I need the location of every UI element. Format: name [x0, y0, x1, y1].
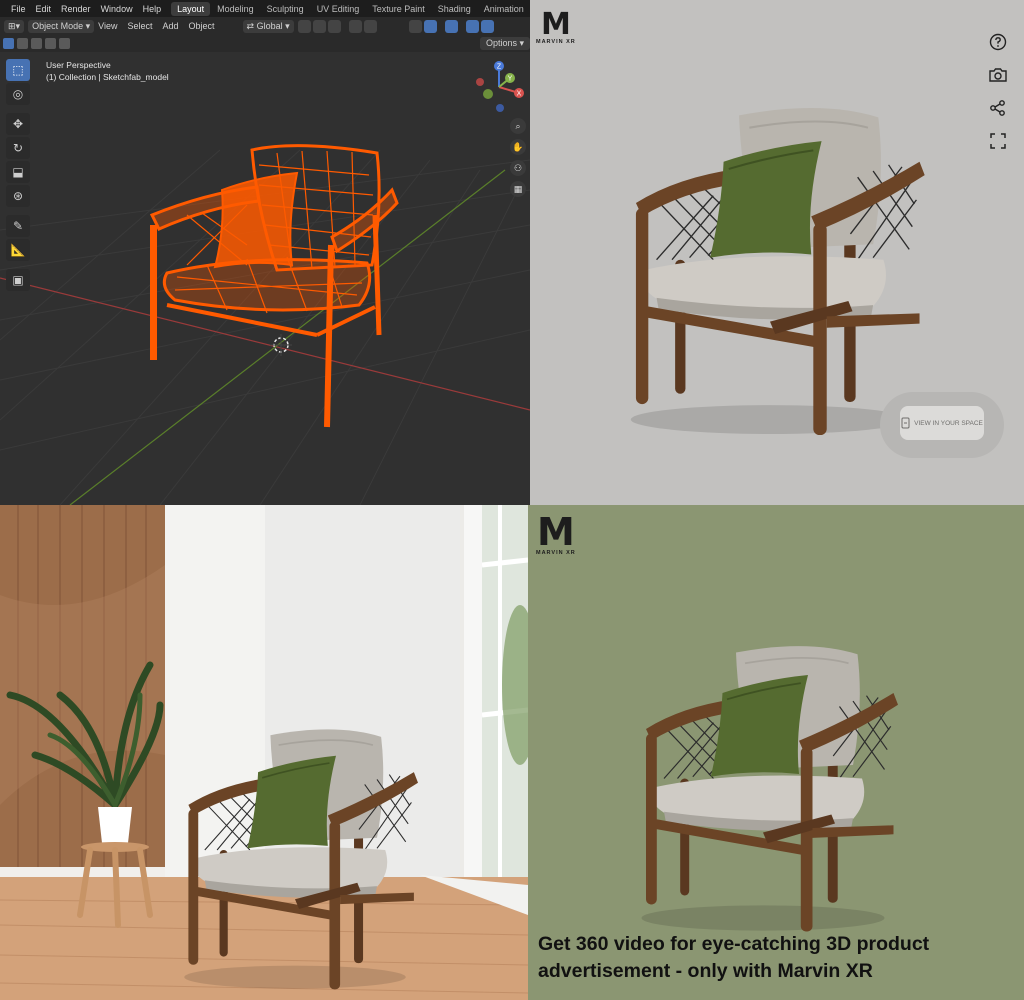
share-icon[interactable] — [986, 96, 1010, 120]
logo-text: MARVIN XR — [536, 39, 576, 45]
rotate-tool-icon[interactable]: ↻ — [6, 137, 30, 159]
viewer-toolbar — [986, 30, 1012, 162]
select-subtract-icon[interactable] — [31, 38, 42, 49]
logo-letter: M — [540, 7, 571, 42]
menu-render[interactable]: Render — [61, 4, 91, 14]
gizmo-neg-x-axis[interactable] — [476, 78, 484, 86]
ad-logo-text: MARVIN XR — [536, 550, 576, 556]
editor-type-icon: ⊞▾ — [8, 20, 21, 31]
cursor-tool-icon[interactable]: ◎ — [6, 83, 30, 105]
header-menu-view[interactable]: View — [98, 21, 117, 31]
select-extend-icon[interactable] — [17, 38, 28, 49]
xray-toggle-icon[interactable] — [465, 19, 479, 33]
header-menu-object[interactable]: Object — [189, 21, 215, 31]
tool-shelf: ⬚ ◎ ✥ ↻ ⬓ ⊛ ✎ 📐 ▣ — [6, 59, 32, 293]
transform-orientation-dropdown[interactable]: ⇄ Global ▾ — [242, 19, 294, 33]
ortho-grid-icon[interactable]: ▦ — [510, 181, 526, 197]
ad-marvin-logo: M MARVIN XR — [536, 513, 576, 556]
add-cube-tool-icon[interactable]: ▣ — [6, 269, 30, 291]
viewport-info: User Perspective (1) Collection | Sketch… — [46, 59, 169, 83]
object-mode-label: Object Mode — [32, 21, 84, 31]
tab-animation[interactable]: Animation — [478, 2, 530, 16]
snap-target-icon[interactable] — [327, 19, 341, 33]
blender-menubar: File Edit Render Window Help Layout Mode… — [0, 0, 530, 17]
menu-file[interactable]: File — [11, 4, 26, 14]
ad-logo-letter: M — [536, 510, 575, 554]
tab-modeling[interactable]: Modeling — [211, 2, 260, 16]
gizmo-z-label: Z — [497, 64, 502, 71]
gizmo-x-label: X — [517, 91, 522, 98]
move-tool-icon[interactable]: ✥ — [6, 113, 30, 135]
tab-layout[interactable]: Layout — [171, 1, 211, 16]
tab-texture-paint[interactable]: Texture Paint — [366, 2, 431, 16]
annotate-tool-icon[interactable]: ✎ — [6, 215, 30, 237]
wireframe-shading-icon[interactable] — [480, 19, 494, 33]
options-label: Options — [485, 38, 517, 48]
window — [464, 505, 528, 905]
select-invert-icon[interactable] — [45, 38, 56, 49]
navigation-gizmo[interactable]: Z Y X — [470, 58, 528, 116]
ar-button-container: VIEW IN YOUR SPACE — [880, 392, 1004, 458]
ad-headline-line-2: advertisement - only with Marvin XR — [538, 960, 873, 982]
pan-hand-icon[interactable]: ✋ — [510, 139, 526, 155]
tab-shading[interactable]: Shading — [432, 2, 477, 16]
select-new-icon[interactable] — [3, 38, 14, 49]
ad-headline-line-1: Get 360 video for eye-catching 3D produc… — [538, 933, 930, 955]
fullscreen-icon[interactable] — [986, 129, 1010, 153]
3d-viewport[interactable] — [0, 52, 530, 505]
ar-phone-icon — [901, 417, 910, 429]
gizmo-toggle-icon[interactable] — [423, 19, 437, 33]
proportional-edit-icon[interactable] — [348, 19, 362, 33]
scale-tool-icon[interactable]: ⬓ — [6, 161, 30, 183]
3d-product-viewer: M MARVIN XR VIEW IN YOUR SPACE — [530, 0, 1024, 505]
object-mode-dropdown[interactable]: Object Mode ▾ — [28, 19, 95, 33]
ad-chair-image — [640, 645, 898, 933]
select-mode-bar — [0, 35, 530, 52]
marvin-logo: M MARVIN XR — [536, 7, 576, 46]
overlay-toggle-icon[interactable] — [444, 19, 458, 33]
snap-icon[interactable] — [312, 19, 326, 33]
header-menu-add[interactable]: Add — [163, 21, 179, 31]
room-scene-image — [0, 505, 528, 1000]
header-menu-select[interactable]: Select — [127, 21, 152, 31]
measure-tool-icon[interactable]: 📐 — [6, 239, 30, 261]
select-box-tool-icon[interactable]: ⬚ — [6, 59, 30, 81]
visibility-icon[interactable] — [408, 19, 422, 33]
falloff-icon[interactable] — [363, 19, 377, 33]
orientation-icon: ⇄ — [246, 20, 257, 31]
camera-icon[interactable] — [986, 63, 1010, 87]
ar-button-label: VIEW IN YOUR SPACE — [914, 419, 983, 427]
view-navigation-tools: ⌕ ✋ ⚇ ▦ — [510, 118, 528, 202]
tab-sculpting[interactable]: Sculpting — [261, 2, 310, 16]
pivot-icon[interactable] — [297, 19, 311, 33]
viewport-header: ⊞▾ Object Mode ▾ View Select Add Object … — [0, 17, 530, 35]
options-dropdown[interactable]: Options ▾ — [479, 37, 530, 50]
view-name: User Perspective — [46, 60, 111, 70]
gizmo-neg-z-axis[interactable] — [496, 104, 504, 112]
tab-uv-editing[interactable]: UV Editing — [311, 2, 366, 16]
gizmo-y-label: Y — [508, 76, 513, 83]
view-in-your-space-button[interactable]: VIEW IN YOUR SPACE — [900, 406, 984, 440]
menu-window[interactable]: Window — [101, 4, 133, 14]
camera-view-icon[interactable]: ⚇ — [510, 160, 526, 176]
help-icon[interactable] — [986, 30, 1010, 54]
ad-headline: Get 360 video for eye-catching 3D produc… — [538, 931, 1018, 985]
editor-type-button[interactable]: ⊞▾ — [4, 19, 25, 33]
transform-orientation-label: Global — [256, 21, 283, 31]
select-intersect-icon[interactable] — [59, 38, 70, 49]
blender-window: File Edit Render Window Help Layout Mode… — [0, 0, 530, 505]
collection-line: (1) Collection | Sketchfab_model — [46, 72, 169, 82]
gizmo-neg-y-axis[interactable] — [483, 89, 493, 99]
menu-edit[interactable]: Edit — [36, 4, 52, 14]
chair-3d-model[interactable] — [610, 105, 930, 435]
menu-help[interactable]: Help — [143, 4, 162, 14]
transform-tool-icon[interactable]: ⊛ — [6, 185, 30, 207]
zoom-icon[interactable]: ⌕ — [510, 118, 526, 134]
advertisement-panel: M MARVIN XR Get 360 video for eye-catchi… — [528, 505, 1024, 1000]
